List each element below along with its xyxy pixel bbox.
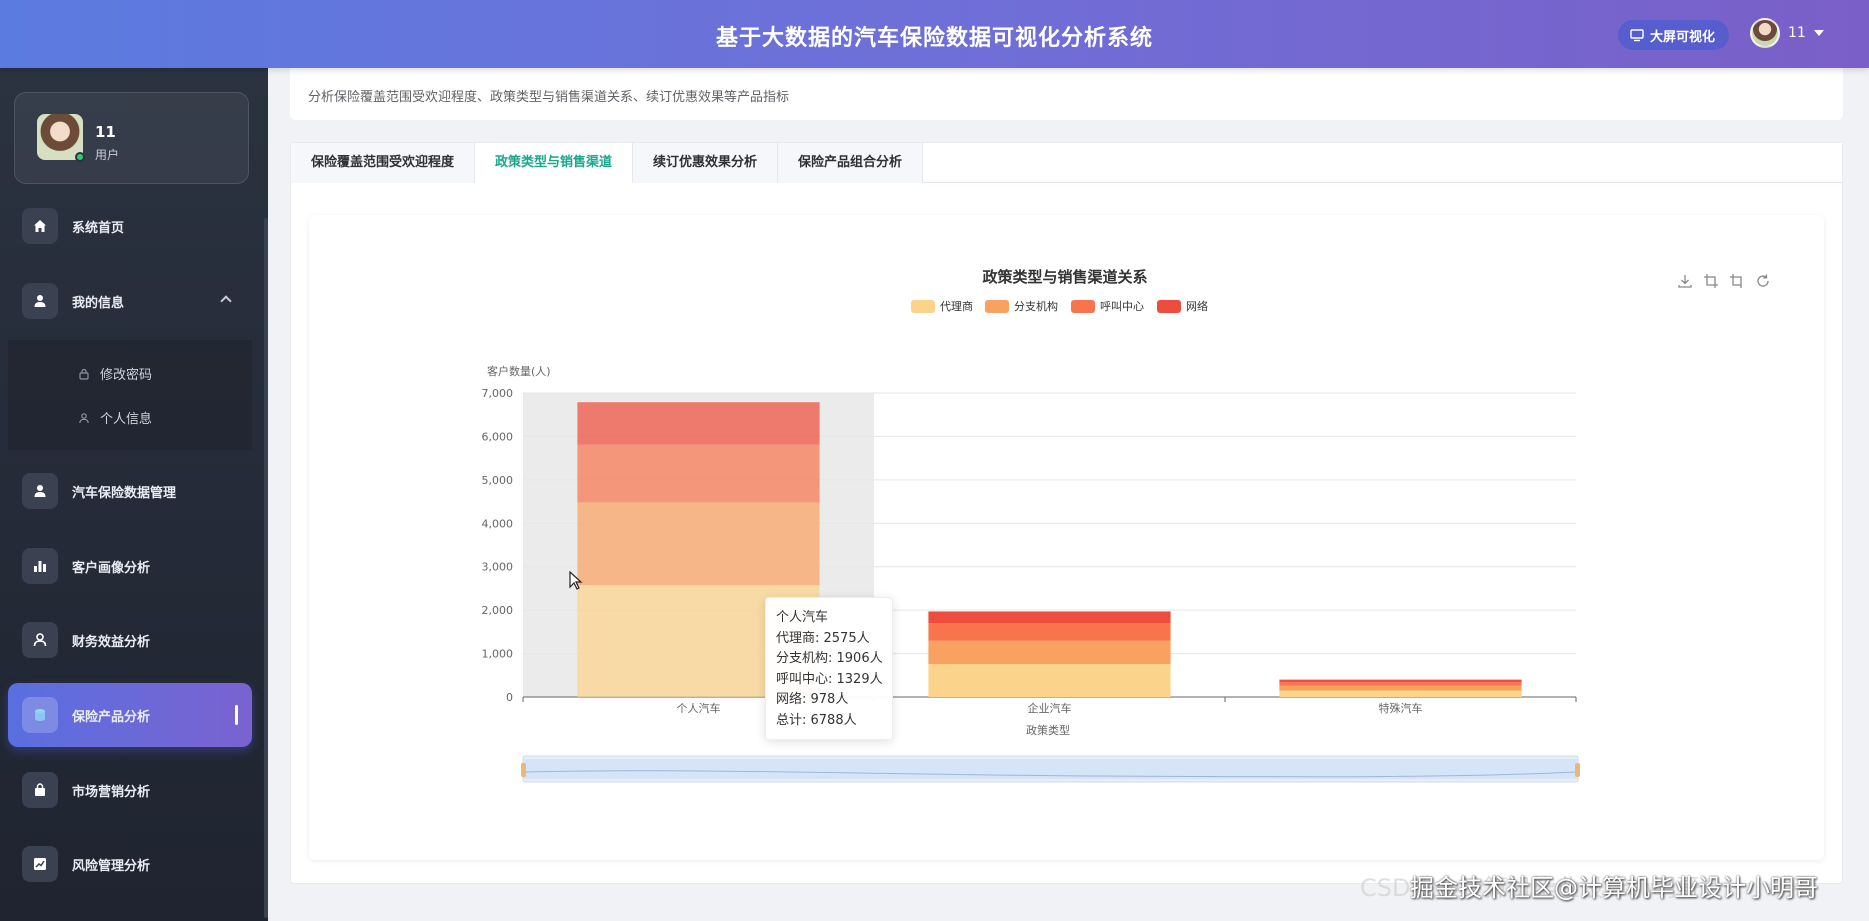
sub-item-label: 修改密码 [100, 368, 153, 383]
chart-card [309, 215, 1824, 860]
tab-renewal[interactable]: 续订优惠效果分析 [633, 143, 779, 183]
sidebar-item-marketing[interactable]: 市场营销分析 [8, 758, 252, 822]
tooltip-line: 总计: 6788人 [776, 712, 857, 728]
mouse-cursor-icon [569, 571, 583, 590]
sidebar-item-product-analysis[interactable]: 保险产品分析 [8, 683, 252, 747]
database-icon [22, 697, 58, 733]
active-indicator [235, 705, 238, 725]
zoom-reset-icon[interactable] [1728, 272, 1746, 290]
sidebar-item-my-info[interactable]: 我的信息 [8, 269, 252, 333]
top-header: 基于大数据的汽车保险数据可视化分析系统 大屏可视化 11 [0, 0, 1869, 68]
chart-toolbox [1676, 272, 1772, 290]
tooltip-line: 网络: 978人 [776, 692, 849, 707]
sidebar-item-label: 我的信息 [72, 295, 125, 311]
sidebar-item-customer-profile[interactable]: 客户画像分析 [8, 534, 252, 598]
chevron-up-icon [220, 295, 232, 307]
submenu-my-info: 修改密码 个人信息 [8, 340, 252, 450]
sidebar-item-finance[interactable]: 财务效益分析 [8, 608, 252, 672]
bigscreen-button[interactable]: 大屏可视化 [1618, 20, 1730, 50]
user-card: 11 用户 [14, 92, 249, 184]
tooltip-title: 个人汽车 [776, 610, 829, 625]
sidebar-item-label: 财务效益分析 [72, 634, 151, 650]
tab-coverage[interactable]: 保险覆盖范围受欢迎程度 [291, 143, 476, 183]
sidebar-item-label: 客户画像分析 [72, 560, 151, 576]
sidebar-item-insurance-data[interactable]: 汽车保险数据管理 [8, 459, 252, 523]
sidebar-item-label: 系统首页 [72, 220, 125, 236]
user-icon [22, 622, 58, 658]
user-icon [22, 473, 58, 509]
trend-icon [22, 846, 58, 882]
user-menu[interactable]: 11 [1750, 18, 1824, 48]
tab-bar: 保险覆盖范围受欢迎程度 政策类型与销售渠道 续订优惠效果分析 保险产品组合分析 [291, 143, 1842, 183]
avatar [1750, 18, 1780, 48]
watermark-front: 掘金技术社区@计算机毕业设计小明哥 [1410, 874, 1818, 902]
sub-item-label: 个人信息 [100, 412, 153, 427]
header-username: 11 [1788, 25, 1806, 41]
analysis-card: 保险覆盖范围受欢迎程度 政策类型与销售渠道 续订优惠效果分析 保险产品组合分析 [290, 142, 1843, 884]
sidebar-item-label: 市场营销分析 [72, 784, 151, 800]
lock-icon [79, 368, 89, 380]
user-icon [22, 283, 58, 319]
tooltip-line: 代理商: 2575人 [776, 630, 870, 646]
bag-icon [22, 772, 58, 808]
online-status-dot [75, 152, 85, 162]
description-card: 分析保险覆盖范围受欢迎程度、政策类型与销售渠道关系、续订优惠效果等产品指标 [290, 68, 1843, 120]
tab-policy-channel[interactable]: 政策类型与销售渠道 [475, 143, 634, 183]
sidebar-item-home[interactable]: 系统首页 [8, 194, 252, 258]
home-icon [22, 208, 58, 244]
tooltip-line: 分支机构: 1906人 [776, 651, 883, 666]
page-description: 分析保险覆盖范围受欢迎程度、政策类型与销售渠道关系、续订优惠效果等产品指标 [308, 90, 790, 105]
download-icon[interactable] [1676, 272, 1694, 290]
user-role: 用户 [95, 148, 120, 162]
user-name: 11 [95, 123, 116, 141]
sidebar-item-label: 汽车保险数据管理 [72, 485, 177, 501]
tooltip-line: 呼叫中心: 1329人 [776, 671, 883, 687]
zoom-select-icon[interactable] [1702, 272, 1720, 290]
bigscreen-label: 大屏可视化 [1650, 29, 1716, 45]
sidebar-item-label: 保险产品分析 [72, 709, 151, 725]
chart-tooltip: 个人汽车 代理商: 2575人 分支机构: 1906人 呼叫中心: 1329人 … [765, 597, 893, 740]
sub-item-profile[interactable]: 个人信息 [78, 408, 152, 427]
sidebar-item-risk[interactable]: 风险管理分析 [8, 832, 252, 896]
caret-down-icon [1813, 30, 1824, 36]
tab-product-mix[interactable]: 保险产品组合分析 [778, 143, 924, 183]
sub-item-change-password[interactable]: 修改密码 [78, 364, 152, 383]
sidebar-item-label: 风险管理分析 [72, 858, 151, 874]
app-title: 基于大数据的汽车保险数据可视化分析系统 [715, 26, 1153, 51]
person-icon [79, 412, 89, 423]
refresh-icon[interactable] [1754, 272, 1772, 290]
monitor-icon [1630, 29, 1644, 42]
sidebar-scrollbar[interactable] [264, 218, 268, 918]
bar-chart-icon [22, 548, 58, 584]
